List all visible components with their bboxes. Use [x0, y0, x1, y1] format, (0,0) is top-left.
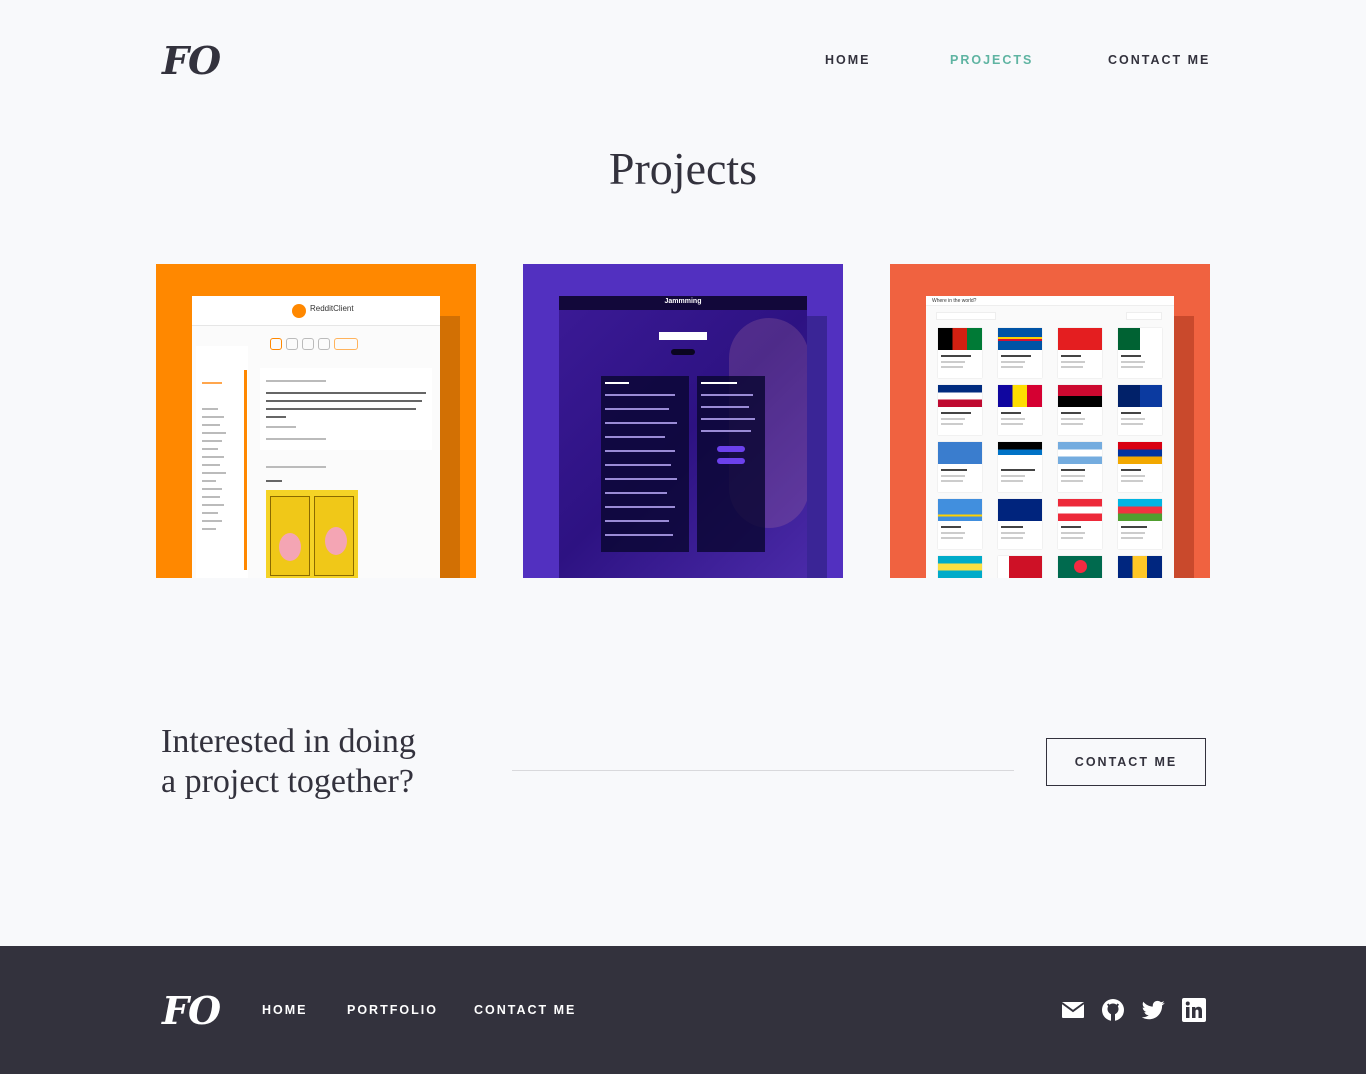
- contact-me-button[interactable]: CONTACT ME: [1046, 738, 1206, 786]
- page-title: Projects: [608, 143, 758, 194]
- project-card-reddit-client[interactable]: RedditClient: [156, 264, 476, 578]
- footer-nav-portfolio-link[interactable]: PORTFOLIO: [347, 1003, 438, 1017]
- project-screenshot: Where in the world?: [926, 296, 1174, 578]
- footer-nav-home-link[interactable]: HOME: [262, 1003, 308, 1017]
- project-card-flags[interactable]: Where in the world?: [890, 264, 1210, 578]
- cta-heading-line1: Interested in doing: [161, 723, 416, 760]
- project-card-jammming[interactable]: Jammming: [523, 264, 843, 578]
- nav-home-link[interactable]: HOME: [825, 53, 871, 67]
- site-logo[interactable]: FO: [162, 42, 221, 80]
- nav-contact-link[interactable]: CONTACT ME: [1108, 53, 1210, 67]
- twitter-icon[interactable]: [1142, 998, 1166, 1022]
- footer-nav-contact-link[interactable]: CONTACT ME: [474, 1003, 576, 1017]
- linkedin-icon[interactable]: [1182, 998, 1206, 1022]
- project-screenshot: Jammming: [559, 296, 807, 578]
- email-icon[interactable]: [1061, 998, 1085, 1022]
- footer: FO HOME PORTFOLIO CONTACT ME: [0, 946, 1366, 1074]
- footer-logo[interactable]: FO: [162, 992, 221, 1030]
- github-icon[interactable]: [1101, 998, 1125, 1022]
- cta-heading-line2: a project together?: [161, 763, 414, 800]
- nav-projects-link[interactable]: PROJECTS: [950, 53, 1033, 67]
- cta-heading: Interested in doing a project together?: [161, 722, 491, 802]
- project-screenshot: RedditClient: [192, 296, 440, 578]
- cta-divider: [512, 770, 1014, 771]
